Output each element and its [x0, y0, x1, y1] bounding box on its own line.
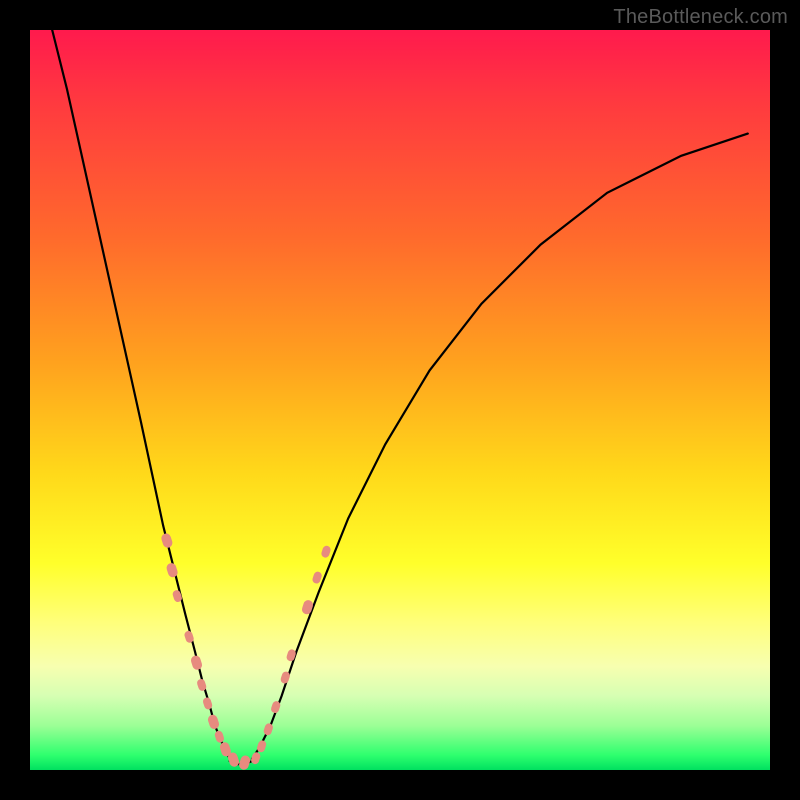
marker-layer — [160, 532, 332, 771]
chart-frame: TheBottleneck.com — [0, 0, 800, 800]
data-marker — [263, 722, 274, 736]
watermark-text: TheBottleneck.com — [613, 6, 788, 29]
plot-area — [30, 30, 770, 770]
data-marker — [160, 532, 174, 549]
data-marker — [202, 696, 213, 710]
data-marker — [207, 714, 221, 731]
data-marker — [190, 654, 204, 671]
data-marker — [238, 754, 252, 771]
bottleneck-curve — [52, 30, 748, 764]
data-marker — [320, 545, 331, 559]
data-marker — [301, 599, 315, 616]
data-marker — [214, 730, 225, 744]
data-marker — [311, 571, 322, 585]
curve-svg — [30, 30, 770, 770]
data-marker — [286, 648, 297, 662]
data-marker — [250, 751, 261, 765]
